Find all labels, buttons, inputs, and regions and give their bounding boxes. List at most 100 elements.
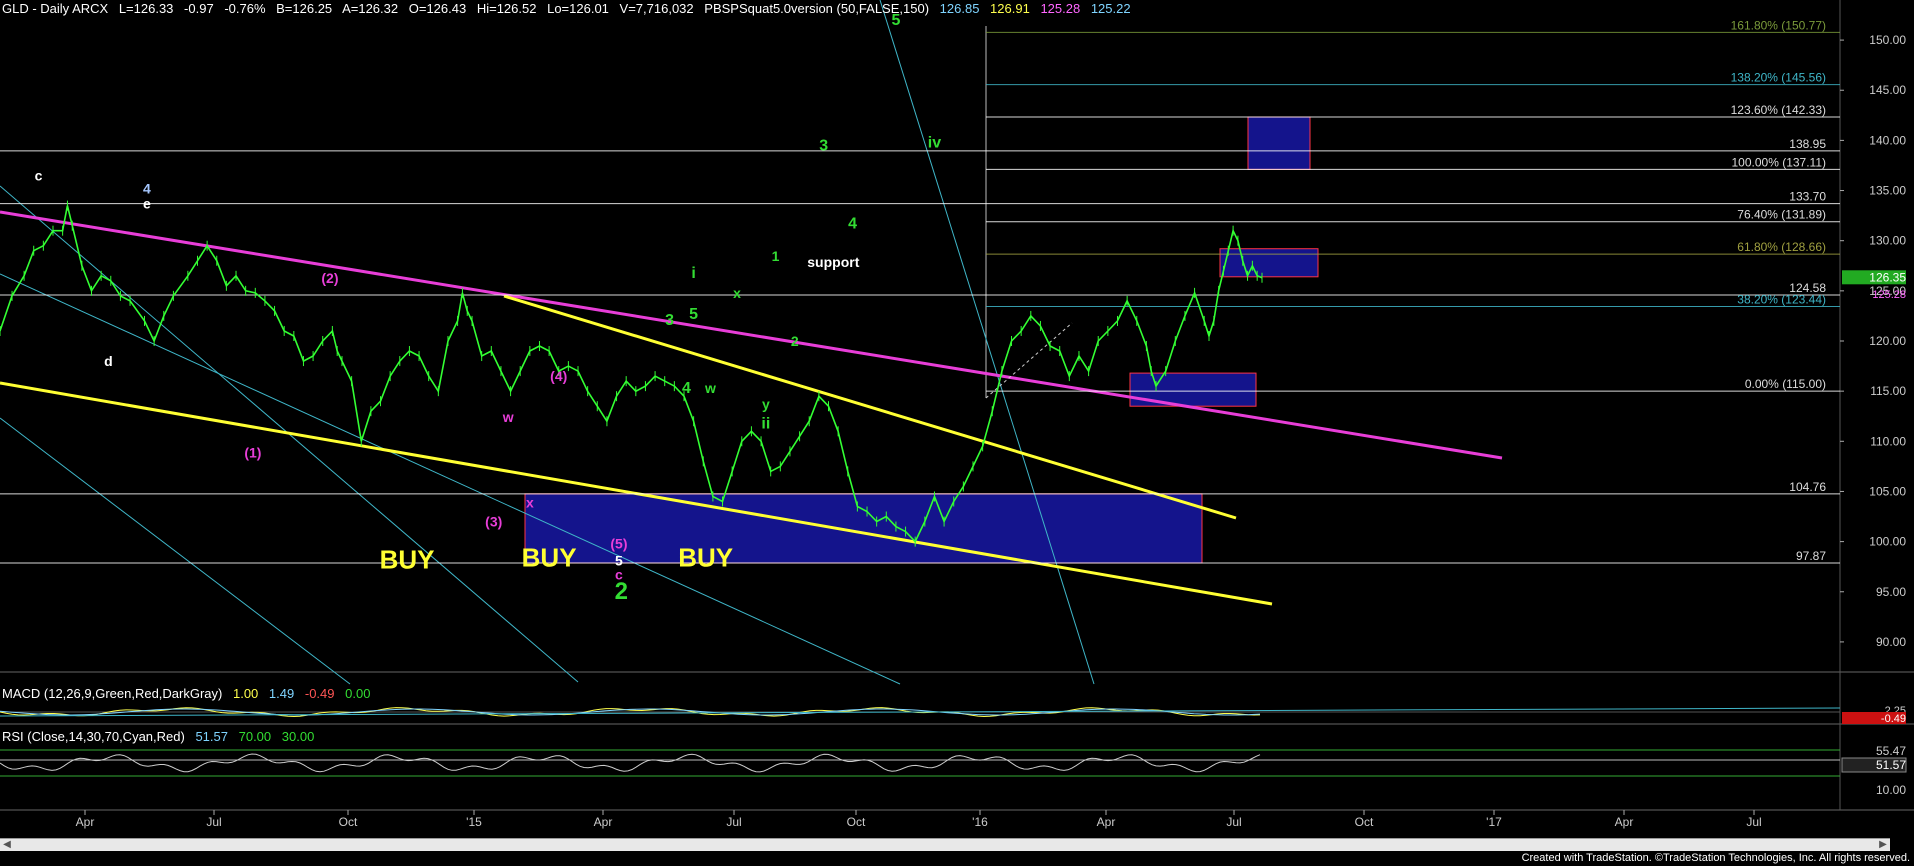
rsi-legend: RSI (Close,14,30,70,Cyan,Red) 51.57 70.0…: [2, 729, 321, 744]
y-tick-label: 95.00: [1876, 585, 1906, 599]
y-tick-label: 140.00: [1869, 133, 1906, 147]
x-tick-label: Apr: [1097, 815, 1116, 829]
y-tick-label: 120.00: [1869, 334, 1906, 348]
wave-label: 4: [682, 380, 691, 397]
volume-value: V=7,716,032: [619, 1, 694, 16]
level-label: 138.95: [1789, 137, 1826, 151]
x-tick-label: Oct: [847, 815, 866, 829]
y-tick-label: 145.00: [1869, 83, 1906, 97]
y-tick-label: 115.00: [1870, 384, 1906, 398]
y-tick-label: 100.00: [1869, 535, 1906, 549]
rsi-value-2: 70.00: [238, 729, 272, 744]
wave-label: 2: [791, 333, 799, 349]
study-label: PBSPSquat5.0version (50,FALSE,150): [704, 1, 930, 16]
macd-value-marker-label: -0.49: [1881, 713, 1906, 725]
x-tick-label: '17: [1486, 815, 1502, 829]
level-label: 38.20% (123.44): [1737, 292, 1826, 306]
wave-label: support: [807, 254, 859, 270]
rsi-axis-label: 10.00: [1876, 783, 1906, 797]
wave-label: w: [502, 409, 514, 425]
high-price: Hi=126.52: [476, 1, 537, 16]
level-label: 100.00% (137.11): [1731, 155, 1826, 169]
wave-label: (4): [550, 368, 567, 384]
buy-label: BUY: [678, 543, 733, 573]
level-label: 161.80% (150.77): [1731, 18, 1826, 32]
x-tick-label: Jul: [1746, 815, 1761, 829]
wave-label: (3): [485, 514, 502, 530]
level-label: 97.87: [1796, 549, 1826, 563]
x-tick-label: '16: [972, 815, 988, 829]
channel-line: [879, 0, 1095, 685]
scroll-right-icon[interactable]: ▶: [1876, 839, 1890, 851]
y-tick-label: 90.00: [1876, 635, 1906, 649]
rsi-value-1: 51.57: [195, 729, 228, 744]
wave-label: 5: [689, 306, 698, 323]
support-box: [1219, 248, 1319, 278]
y-tick-label: 110.00: [1870, 434, 1906, 448]
bid-price: B=126.25: [276, 1, 333, 16]
x-tick-label: Apr: [594, 815, 613, 829]
wave-label: x: [733, 285, 741, 301]
x-tick-label: '15: [466, 815, 482, 829]
wave-label: 3: [665, 312, 674, 329]
x-tick-label: Oct: [1355, 815, 1374, 829]
wave-label: 2: [615, 578, 628, 605]
macd-value-3: -0.49: [304, 686, 335, 701]
x-tick-label: Apr: [76, 815, 95, 829]
wave-3-target-box: [1247, 116, 1311, 170]
rsi-line: [0, 753, 1261, 773]
wave-label: 1: [772, 248, 780, 264]
macd-legend: MACD (12,26,9,Green,Red,DarkGray) 1.00 1…: [2, 686, 377, 701]
symbol-label: GLD - Daily ARCX: [2, 1, 109, 16]
buy-zone-box: [524, 493, 1203, 564]
trendlines: [0, 0, 1503, 685]
wave-label: iv: [928, 134, 941, 151]
x-tick-label: Jul: [206, 815, 221, 829]
study-price-marker-label: 125.28: [1872, 289, 1906, 301]
wave-label: ii: [761, 415, 770, 432]
level-label: 61.80% (128.66): [1737, 240, 1826, 254]
y-tick-label: 105.00: [1869, 484, 1906, 498]
indicator-panes: 2.251.10-0.4955.4751.5710.00: [0, 705, 1907, 797]
rsi-value-marker-label: 51.57: [1876, 758, 1906, 772]
macd-value-1: 1.00: [232, 686, 259, 701]
chart-header: GLD - Daily ARCX L=126.33 -0.97 -0.76% B…: [2, 1, 1138, 16]
y-tick-label: 150.00: [1869, 33, 1906, 47]
last-price: L=126.33: [118, 1, 174, 16]
yellow-trendline-upper: [503, 294, 1237, 520]
x-tick-label: Jul: [1226, 815, 1241, 829]
wave-label: e: [143, 196, 151, 212]
study-value-1: 126.85: [939, 1, 980, 16]
y-tick-label: 135.00: [1869, 184, 1906, 198]
change-percent: -0.76%: [224, 1, 266, 16]
x-tick-label: Apr: [1615, 815, 1634, 829]
wave-label: 4: [848, 216, 857, 233]
scroll-left-icon[interactable]: ◀: [0, 839, 14, 851]
change-value: -0.97: [184, 1, 214, 16]
last-price-marker-label: 126.35: [1869, 270, 1906, 284]
macd-value-4: 0.00: [345, 686, 371, 701]
wave-label: 4: [143, 181, 151, 197]
level-label: 123.60% (142.33): [1731, 103, 1826, 117]
buy-label: BUY: [522, 543, 577, 573]
level-label: 138.20% (145.56): [1731, 71, 1826, 85]
low-price: Lo=126.01: [547, 1, 609, 16]
tradestation-credit: Created with TradeStation. ©TradeStation…: [1521, 852, 1910, 864]
level-label: 104.76: [1789, 480, 1826, 494]
study-value-4: 125.22: [1090, 1, 1131, 16]
x-tick-label: Oct: [339, 815, 358, 829]
wave-label: (2): [321, 270, 338, 286]
rsi-value-3: 30.00: [281, 729, 315, 744]
wave-label: c: [35, 168, 43, 184]
date-axis: Apr Jul Oct '15 Apr Jul Oct '16 Apr Jul Oct '17 Apr J…: [76, 810, 1762, 829]
rsi-axis-label: 55.47: [1876, 744, 1906, 758]
horizontal-scrollbar[interactable]: ◀ ▶: [0, 838, 1890, 851]
level-label: 133.70: [1789, 190, 1826, 204]
level-label: 76.40% (131.89): [1737, 208, 1826, 222]
wave-label: x: [526, 495, 534, 511]
wave-label: (1): [244, 444, 261, 460]
wave-label: i: [691, 265, 695, 282]
wave-label: 3: [819, 137, 828, 154]
price-axis: 90.00 95.00 100.00 105.00 110.00 115.00 120.00…: [1840, 33, 1906, 649]
macd-value-2: 1.49: [268, 686, 295, 701]
